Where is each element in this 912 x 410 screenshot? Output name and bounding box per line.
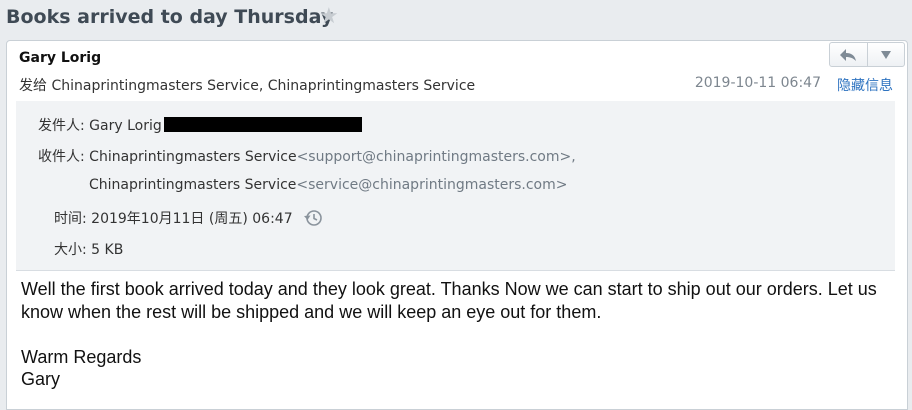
recipient-summary: 发给 Chinaprintingmasters Service, Chinapr… [19, 75, 475, 95]
more-dropdown-button[interactable] [866, 43, 905, 66]
to-row: 收件人: Chinaprintingmasters Service<suppor… [38, 146, 576, 166]
time-row: 时间: 2019年10月11日 (周五) 06:47 [54, 208, 323, 228]
from-name: Gary Lorig [89, 118, 162, 134]
size-label: 大小: [54, 242, 87, 258]
email-body: Well the first book arrived today and th… [21, 278, 891, 391]
reply-button[interactable] [830, 43, 867, 66]
recipient-name[interactable]: Chinaprintingmasters Service [89, 149, 296, 165]
email-date: 2019-10-11 06:47 [694, 75, 821, 91]
from-row: 发件人: Gary Lorig [38, 115, 362, 135]
size-row: 大小: 5 KB [54, 239, 123, 259]
hide-details-link[interactable]: 隐藏信息 [837, 75, 893, 95]
to-row-continued: Chinaprintingmasters Service<service@chi… [89, 177, 567, 193]
to-summary: Chinaprintingmasters Service, Chinaprint… [51, 78, 476, 94]
subject-bar: Books arrived to day Thursday ★ [0, 0, 912, 38]
history-icon[interactable] [303, 209, 323, 227]
signature: Gary [21, 369, 61, 389]
details-panel: 发件人: Gary Lorig 收件人: Chinaprintingmaster… [16, 101, 895, 271]
to-label: 收件人: [38, 149, 85, 165]
size-value: 5 KB [91, 242, 124, 258]
to-prefix: 发给 [19, 78, 47, 94]
recipient-email[interactable]: <support@chinaprintingmasters.com>, [297, 149, 576, 165]
sender-name: Gary Lorig [19, 50, 102, 66]
recipient-email[interactable]: <service@chinaprintingmasters.com> [296, 177, 567, 193]
from-label: 发件人: [38, 118, 85, 134]
time-label: 时间: [54, 211, 87, 227]
email-subject: Books arrived to day Thursday [6, 6, 334, 28]
closing-line: Warm Regards [21, 346, 142, 367]
more-dropdown-icon [880, 50, 891, 59]
action-button-group [829, 42, 905, 67]
recipient-name[interactable]: Chinaprintingmasters Service [89, 177, 296, 193]
redacted-email [163, 117, 362, 132]
reply-icon [840, 48, 857, 61]
time-value: 2019年10月11日 (周五) 06:47 [91, 211, 293, 227]
email-card: Gary Lorig 发给 Chinaprintingmasters Servi… [6, 40, 908, 410]
star-icon[interactable]: ★ [319, 4, 339, 30]
body-paragraph: Well the first book arrived today and th… [21, 279, 877, 322]
